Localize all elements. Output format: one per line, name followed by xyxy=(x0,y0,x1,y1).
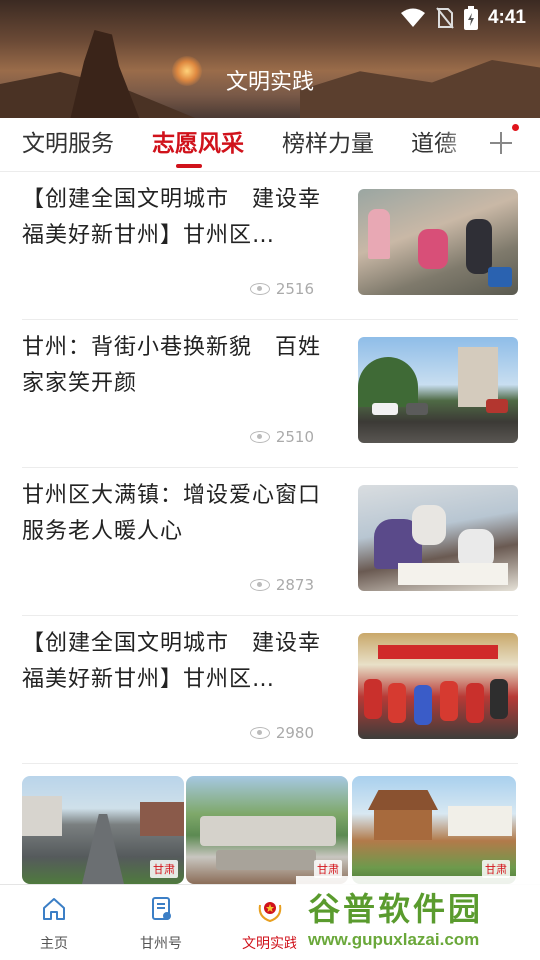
wifi-icon xyxy=(400,8,425,27)
home-icon xyxy=(43,898,65,920)
eye-icon xyxy=(249,431,270,443)
news-item[interactable]: 甘州：背街小巷换新貌 百姓家家笑开颜 2510 xyxy=(22,320,518,468)
view-count-value: 2510 xyxy=(275,428,314,446)
view-count: 2516 xyxy=(249,280,314,298)
site-watermark: 谷普软件园 www.gupuxlazai.com xyxy=(296,876,540,960)
watermark-url: www.gupuxlazai.com xyxy=(308,930,480,949)
tab-bangyang-liliang[interactable]: 榜样力量 xyxy=(282,126,374,170)
status-time: 4:41 xyxy=(487,7,526,28)
news-item[interactable]: 【创建全国文明城市 建设幸福美好新甘州】甘州区… 2980 xyxy=(22,616,518,764)
view-count-value: 2873 xyxy=(275,576,314,594)
gallery-image[interactable]: 甘肃 xyxy=(22,776,184,884)
news-title: 【创建全国文明城市 建设幸福美好新甘州】甘州区… xyxy=(22,187,322,248)
eye-icon xyxy=(249,727,270,739)
news-item[interactable]: 甘州区大满镇：增设爱心窗口 服务老人暖人心 2873 xyxy=(22,468,518,616)
photo-gallery[interactable]: 甘肃 甘肃 甘肃 xyxy=(22,776,516,884)
nav-label: 甘州号 xyxy=(140,936,182,952)
gallery-image[interactable]: 甘肃 xyxy=(352,776,516,884)
news-thumbnail xyxy=(358,633,518,739)
watermark-title: 谷普软件园 xyxy=(308,890,484,928)
view-count-value: 2516 xyxy=(275,280,314,298)
news-thumbnail xyxy=(358,337,518,443)
nav-ganzhouhao[interactable]: 甘州号 xyxy=(111,895,211,953)
news-title: 甘州：背街小巷换新貌 百姓家家笑开颜 xyxy=(22,335,322,396)
notification-dot xyxy=(512,124,519,131)
view-count: 2873 xyxy=(249,576,314,594)
tab-wenming-fuwu[interactable]: 文明服务 xyxy=(22,126,114,170)
news-thumbnail xyxy=(358,485,518,591)
tab-label: 志愿风采 xyxy=(152,131,244,157)
view-count: 2980 xyxy=(249,724,314,742)
status-bar: 4:41 xyxy=(0,0,540,36)
gallery-image[interactable]: 甘肃 xyxy=(186,776,348,884)
active-tab-indicator xyxy=(176,164,202,168)
add-channel-icon[interactable] xyxy=(488,130,514,156)
category-tabs: 文明服务 志愿风采 榜样力量 道德 xyxy=(0,118,540,172)
news-item[interactable]: 【创建全国文明城市 建设幸福美好新甘州】甘州区… 2516 xyxy=(22,172,518,320)
battery-icon xyxy=(463,6,478,30)
eye-icon xyxy=(249,579,270,591)
tab-zhiyuan-fengcai[interactable]: 志愿风采 xyxy=(152,126,244,170)
page-title: 文明实践 xyxy=(225,70,314,95)
gallery-tag: 甘肃 xyxy=(150,860,178,878)
header-banner: 4:41 文明实践 xyxy=(0,0,540,118)
emblem-icon xyxy=(258,902,282,923)
view-count-value: 2980 xyxy=(275,724,314,742)
news-thumbnail xyxy=(358,189,518,295)
eye-icon xyxy=(249,283,270,295)
nav-label: 主页 xyxy=(40,936,68,952)
news-title: 【创建全国文明城市 建设幸福美好新甘州】甘州区… xyxy=(22,631,322,692)
nav-home[interactable]: 主页 xyxy=(4,895,104,953)
view-count: 2510 xyxy=(249,428,314,446)
document-icon xyxy=(152,897,171,920)
tab-fade xyxy=(440,118,480,170)
news-title: 甘州区大满镇：增设爱心窗口 服务老人暖人心 xyxy=(22,483,368,544)
no-sim-icon xyxy=(436,7,454,29)
